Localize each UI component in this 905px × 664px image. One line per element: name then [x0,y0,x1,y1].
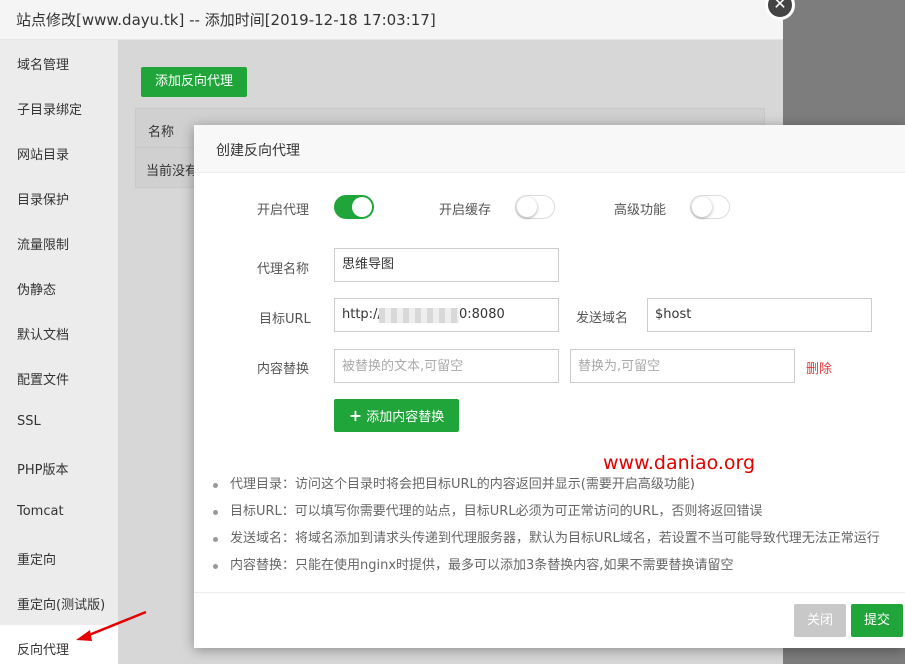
tip-item: 代理目录：访问这个目录时将会把目标URL的内容返回并显示(需要开启高级功能) [210,475,880,502]
enable-proxy-toggle[interactable] [334,195,374,219]
tip-text: 内容替换：只能在使用nginx时提供，最多可以添加3条替换内容,如果不需要替换请… [230,558,734,573]
bullet-icon [213,483,218,488]
sidebar-item[interactable]: 配置文件 [0,355,118,400]
watermark-text: www.daniao.org [603,452,756,474]
window-title: 站点修改[www.dayu.tk] -- 添加时间[2019-12-18 17:… [0,0,783,40]
tip-item: 发送域名：将域名添加到请求头传递到代理服务器，默认为目标URL域名，若设置不当可… [210,529,880,556]
send-domain-input[interactable]: $host [647,298,872,332]
help-tips: 代理目录：访问这个目录时将会把目标URL的内容返回并显示(需要开启高级功能) 目… [210,475,880,583]
sidebar-item[interactable]: PHP版本 [0,445,118,490]
add-content-replace-label: 添加内容替换 [366,410,445,425]
close-button[interactable]: 关闭 [794,604,846,637]
sidebar-item[interactable]: SSL [0,400,118,445]
target-url-suffix: 0:8080 [459,307,505,322]
toggle-knob [352,197,372,217]
tip-text: 发送域名：将域名添加到请求头传递到代理服务器，默认为目标URL域名，若设置不当可… [230,531,880,546]
replace-with-input[interactable] [570,349,795,383]
submit-button[interactable]: 提交 [851,604,903,637]
blurred-url-segment [379,308,459,323]
dialog-footer: 关闭 提交 [194,592,905,648]
create-proxy-dialog: 创建反向代理 开启代理 开启缓存 高级功能 代理名称 思维导图 目标URL ht… [194,125,905,648]
tip-item: 内容替换：只能在使用nginx时提供，最多可以添加3条替换内容,如果不需要替换请… [210,556,880,583]
sidebar: 域名管理 子目录绑定 网站目录 目录保护 流量限制 伪静态 默认文档 配置文件 SSL PHP版本… [0,40,118,664]
add-proxy-button[interactable]: 添加反向代理 [141,67,247,97]
sidebar-item[interactable]: 流量限制 [0,220,118,265]
content-replace-label: 内容替换 [257,362,310,377]
toggle-knob [692,197,712,217]
sidebar-item[interactable]: 默认文档 [0,310,118,355]
advanced-features-toggle[interactable] [690,195,730,219]
dialog-title: 创建反向代理 [194,125,905,173]
enable-proxy-label: 开启代理 [257,203,310,218]
sidebar-item[interactable]: 子目录绑定 [0,85,118,130]
proxy-name-label: 代理名称 [257,262,310,277]
bullet-icon [213,510,218,515]
target-url-label: 目标URL [259,312,311,327]
sidebar-item[interactable]: 伪静态 [0,265,118,310]
sidebar-item[interactable]: 网站目录 [0,130,118,175]
annotation-arrow-icon [76,610,147,641]
bullet-icon [213,564,218,569]
target-url-prefix: http:// [342,307,382,322]
plus-icon: + [348,406,363,425]
sidebar-item[interactable]: Tomcat [0,490,118,535]
tip-text: 代理目录：访问这个目录时将会把目标URL的内容返回并显示(需要开启高级功能) [230,477,695,492]
enable-cache-label: 开启缓存 [439,203,492,218]
sidebar-item[interactable]: 重定向 [0,535,118,580]
replace-find-input[interactable] [334,349,559,383]
proxy-name-input[interactable]: 思维导图 [334,248,559,282]
delete-replace-link[interactable]: 删除 [806,358,832,377]
enable-cache-toggle[interactable] [515,195,555,219]
send-domain-label: 发送域名 [576,311,629,326]
sidebar-item[interactable]: 域名管理 [0,40,118,85]
tip-item: 目标URL：可以填写你需要代理的站点，目标URL必须为可正常访问的URL，否则将… [210,502,880,529]
tip-text: 目标URL：可以填写你需要代理的站点，目标URL必须为可正常访问的URL，否则将… [230,504,763,519]
target-url-input[interactable]: http:// 0:8080 [334,298,559,332]
add-content-replace-button[interactable]: + 添加内容替换 [334,399,459,432]
sidebar-item[interactable]: 目录保护 [0,175,118,220]
bullet-icon [213,537,218,542]
toggle-knob [517,197,537,217]
advanced-features-label: 高级功能 [614,203,667,218]
